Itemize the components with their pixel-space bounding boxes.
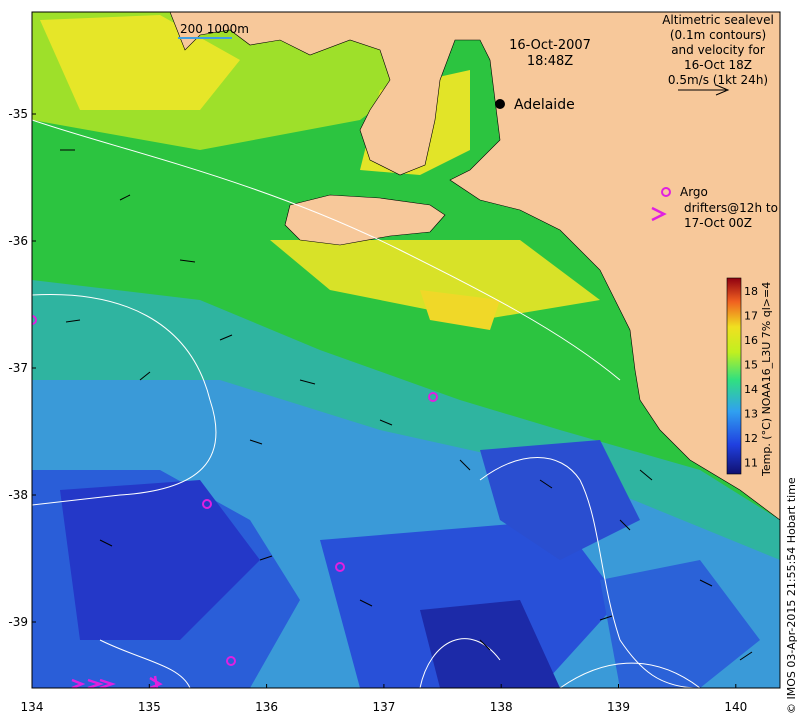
x-tick-label: 139 [607,700,630,714]
time-label: 18:48Z [527,54,573,69]
colorbar-tick-label: 14 [744,383,758,396]
colorbar-tick-label: 13 [744,408,758,421]
colorbar-tick-label: 12 [744,432,758,445]
velocity-legend: Altimetric sealevel (0.1m contours) and … [662,13,774,96]
adelaide-label: Adelaide [514,97,575,113]
legend-line-3: 16-Oct 18Z [684,58,752,72]
legend-line-2: and velocity for [671,43,765,57]
argo-legend-label: Argo [680,185,708,199]
legend-line-4: 0.5m/s (1kt 24h) [668,73,768,87]
colorbar-tick-label: 16 [744,334,758,347]
colorbar-tick-label: 11 [744,457,758,470]
colorbar-tick-label: 15 [744,359,758,372]
y-tick-label: -35 [8,107,28,121]
x-tick-label: 138 [490,700,513,714]
colorbar-tick-label: 17 [744,310,758,323]
sst-map: Adelaide 200 1000m 16-Oct-2007 18:48Z Al… [8,11,798,714]
y-tick-label: -38 [8,488,28,502]
colorbar-tick-label: 18 [744,285,758,298]
colorbar [726,277,742,475]
x-tick-label: 137 [372,700,395,714]
y-tick-label: -37 [8,361,28,375]
x-tick-label: 136 [255,700,278,714]
credit-text: © IMOS 03-Apr-2015 21:55:54 Hobart time [785,477,798,714]
date-label: 16-Oct-2007 [509,38,591,53]
drifter-legend-line-2: 17-Oct 00Z [684,216,752,230]
sst-field [32,12,780,688]
drifter-legend-line-1: drifters@12h to [684,201,778,215]
x-tick-label: 140 [724,700,747,714]
x-tick-label: 134 [21,700,44,714]
y-tick-label: -39 [8,615,28,629]
scale-bar-label: 200 1000m [180,22,249,36]
legend-line-1: (0.1m contours) [670,28,766,42]
adelaide-marker [495,99,505,109]
legend-title: Altimetric sealevel [662,13,774,27]
y-tick-label: -36 [8,234,28,248]
x-tick-label: 135 [138,700,161,714]
colorbar-label: Temp. (°C) NOAA16_L3U 7% ql>=4 [760,282,773,477]
